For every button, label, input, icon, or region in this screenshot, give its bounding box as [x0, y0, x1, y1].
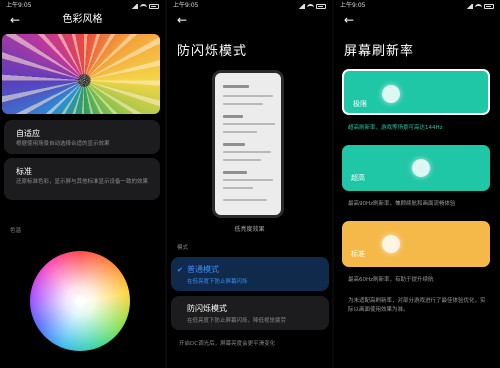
footnote: 开启DC调光后，屏幕亮度会更平滑变化 [179, 341, 276, 347]
status-bar: 上午9:05 [173, 2, 326, 10]
option-standard[interactable]: 标准 还原标准色彩，显示屏与其他标准显示设备一致的效果 [4, 158, 160, 200]
refresh-option-high[interactable]: 超高 [342, 145, 490, 191]
option-desc: 最高60Hz刷新率，有助于提升续航 [348, 277, 434, 283]
back-arrow-icon[interactable]: ← [344, 13, 358, 27]
color-wheel-handle[interactable] [76, 296, 86, 306]
option-label: 标准 [351, 250, 365, 258]
mode-label: 模式 [177, 245, 189, 251]
status-time: 上午9:05 [173, 2, 199, 9]
refresh-rate-screen: 上午9:05 ← 屏幕刷新率 极限 超高刷新率，游戏等场景可高达144Hz 超高… [334, 0, 500, 368]
status-time: 上午9:05 [6, 2, 32, 9]
preview-caption: 低亮度效果 [234, 226, 265, 233]
status-icons [130, 3, 159, 9]
page-title: 屏幕刷新率 [344, 44, 415, 59]
option-desc: 最高90Hz刷新率，兼顾续航和画面流畅体验 [348, 201, 456, 207]
wifi-icon [140, 3, 147, 9]
check-icon: ✔ [177, 266, 183, 274]
refresh-note: 为未适配高刷新率，对部分游戏进行了最佳体验优化，实际以画面使用效果为准。 [348, 298, 486, 313]
refresh-option-extreme[interactable]: 极限 [342, 69, 490, 115]
option-label: 超高 [351, 174, 365, 182]
option-desc: 超高刷新率，游戏等场景可高达144Hz [348, 125, 443, 131]
page-title: 防闪烁模式 [177, 44, 248, 59]
status-bar: 上午9:05 [6, 2, 159, 10]
status-icons [297, 3, 326, 9]
option-title: 标准 [16, 167, 32, 176]
option-title: 防闪烁模式 [187, 304, 227, 313]
signal-icon [465, 3, 473, 9]
option-desc: 在低亮度下防止屏幕闪烁，降低视觉疲劳 [187, 318, 287, 324]
color-temp-label: 色温 [10, 228, 22, 234]
option-desc: 在低亮度下防止屏幕闪烁 [187, 279, 248, 285]
slider-knob [412, 159, 430, 177]
wifi-icon [307, 3, 314, 9]
color-pencils-image [2, 34, 160, 114]
low-brightness-preview [212, 70, 284, 218]
battery-icon [149, 3, 159, 9]
color-style-screen: 上午9:05 ← 色彩风格 自适应 根据使用场景自动选择合适的显示效果 标准 还… [0, 0, 165, 368]
signal-icon [297, 3, 305, 9]
option-desc: 根据使用场景自动选择合适的显示效果 [16, 141, 110, 147]
battery-icon [316, 3, 326, 9]
back-arrow-icon[interactable]: ← [177, 13, 191, 27]
wifi-icon [475, 3, 482, 9]
slider-knob [382, 85, 400, 103]
anti-flicker-screen: 上午9:05 ← 防闪烁模式 低亮度效果 模式 ✔ 普通模式 在低亮度下防止屏幕… [167, 0, 332, 368]
signal-icon [130, 3, 138, 9]
status-bar: 上午9:05 [340, 2, 494, 10]
option-desc: 还原标准色彩，显示屏与其他标准显示设备一致的效果 [16, 179, 149, 185]
status-time: 上午9:05 [340, 2, 366, 9]
option-anti-flicker-mode[interactable]: 防闪烁模式 在低亮度下防止屏幕闪烁，降低视觉疲劳 [171, 296, 329, 330]
option-title: 自适应 [16, 129, 40, 138]
option-title: 普通模式 [187, 265, 219, 274]
status-icons [465, 3, 494, 9]
battery-icon [484, 3, 494, 9]
option-normal-mode[interactable]: ✔ 普通模式 在低亮度下防止屏幕闪烁 [171, 257, 329, 291]
slider-knob [382, 235, 400, 253]
refresh-option-standard[interactable]: 标准 [342, 221, 490, 267]
page-title: 色彩风格 [62, 14, 103, 25]
option-adaptive[interactable]: 自适应 根据使用场景自动选择合适的显示效果 [4, 120, 160, 154]
option-label: 极限 [353, 100, 367, 108]
